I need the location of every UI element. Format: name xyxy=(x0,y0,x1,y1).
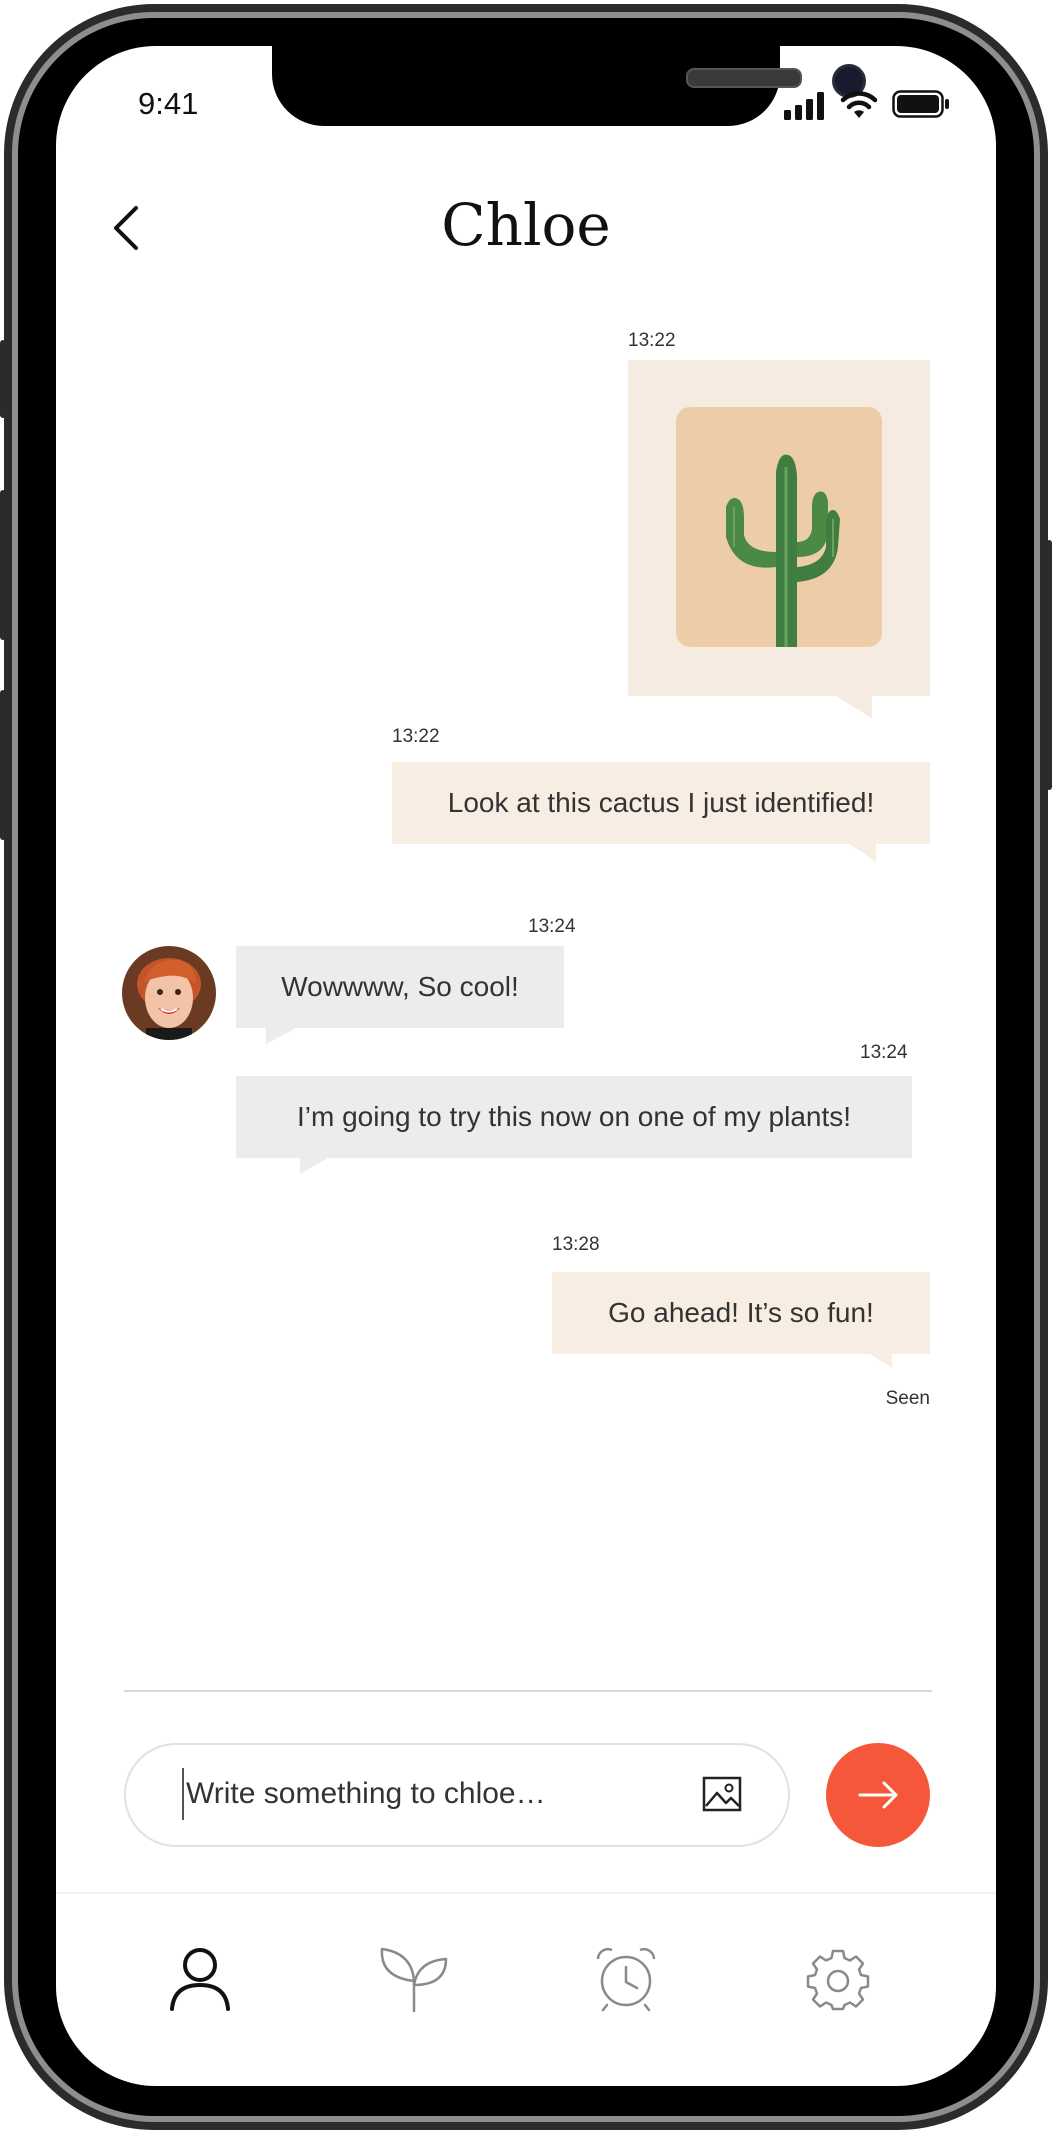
message-timestamp: 13:28 xyxy=(552,1234,600,1255)
incoming-message-bubble[interactable]: I’m going to try this now on one of my p… xyxy=(236,1076,912,1158)
send-button[interactable] xyxy=(826,1743,930,1847)
bubble-tail xyxy=(850,844,876,862)
message-text: Go ahead! It’s so fun! xyxy=(608,1297,874,1328)
incoming-message-bubble[interactable]: Wowwww, So cool! xyxy=(236,946,564,1028)
seen-receipt: Seen xyxy=(885,1388,930,1409)
outgoing-message-bubble[interactable]: Go ahead! It’s so fun! xyxy=(552,1272,930,1354)
message-text: Wowwww, So cool! xyxy=(281,971,519,1002)
arrow-right-icon xyxy=(858,1781,898,1809)
tab-plants[interactable] xyxy=(374,1939,454,2019)
alarm-clock-icon xyxy=(596,1947,656,2012)
notch xyxy=(272,46,866,126)
cactus-photo[interactable] xyxy=(676,407,882,647)
status-time: 9:41 xyxy=(138,86,199,121)
power-button xyxy=(1046,540,1052,790)
avatar-image xyxy=(122,946,216,1040)
composer-divider xyxy=(124,1690,932,1692)
message-text: Look at this cactus I just identified! xyxy=(447,787,875,818)
tab-settings[interactable] xyxy=(798,1939,878,2019)
bubble-tail xyxy=(300,1158,328,1174)
message-input[interactable] xyxy=(186,1768,666,1820)
text-caret xyxy=(182,1768,184,1820)
tab-profile[interactable] xyxy=(160,1939,240,2019)
screen: 9:41 Chloe 13:22 13:22 Look at this cact… xyxy=(56,46,996,2086)
gear-icon xyxy=(806,1949,870,2011)
bubble-tail xyxy=(266,1028,296,1044)
mute-switch xyxy=(0,340,6,418)
page-title: Chloe xyxy=(441,191,611,259)
speaker-grille xyxy=(686,68,802,88)
wifi-icon xyxy=(840,91,878,118)
tab-bar-divider xyxy=(56,1892,996,1894)
signal-icon xyxy=(784,92,824,120)
volume-up-button xyxy=(0,490,6,640)
bubble-tail xyxy=(870,1354,892,1368)
message-timestamp: 13:24 xyxy=(528,916,576,937)
message-timestamp: 13:22 xyxy=(392,726,440,747)
battery-icon xyxy=(892,90,949,118)
user-icon xyxy=(170,1948,230,2011)
cactus-image xyxy=(726,454,840,647)
tab-reminders[interactable] xyxy=(586,1939,666,2019)
volume-down-button xyxy=(0,690,6,840)
message-timestamp: 13:24 xyxy=(860,1042,908,1063)
bubble-tail xyxy=(836,696,872,718)
avatar[interactable] xyxy=(122,946,216,1040)
message-timestamp: 13:22 xyxy=(628,330,676,351)
image-icon[interactable] xyxy=(702,1776,742,1812)
message-text: I’m going to try this now on one of my p… xyxy=(296,1101,852,1132)
outgoing-message-bubble[interactable]: Look at this cactus I just identified! xyxy=(392,762,930,844)
image-message-bubble[interactable] xyxy=(628,360,930,696)
plant-icon xyxy=(380,1947,448,2013)
